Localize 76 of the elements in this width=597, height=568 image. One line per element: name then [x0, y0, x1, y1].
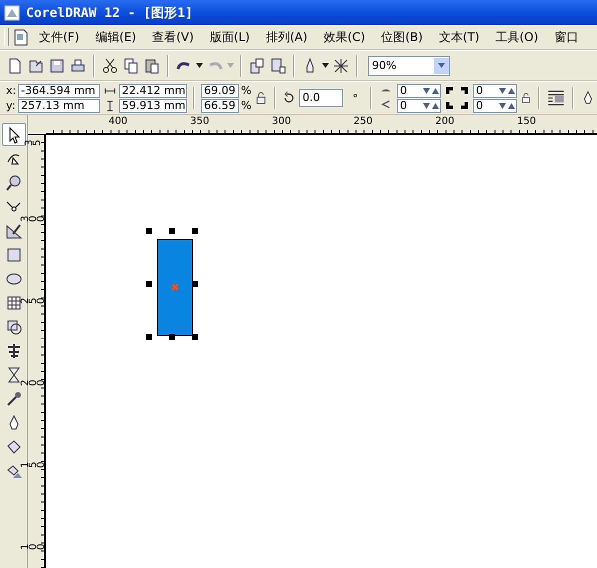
menu-item[interactable]: 位图(B)	[375, 26, 429, 48]
caret-icon[interactable]	[322, 63, 329, 68]
ruler-label: 35	[26, 138, 42, 146]
ruler-label: 200	[435, 117, 454, 127]
rectangle-shape[interactable]	[157, 239, 193, 336]
percent-label: %	[241, 99, 252, 112]
import-icon[interactable]	[248, 56, 266, 74]
ruler-label: 100	[22, 542, 46, 550]
y-label: y:	[6, 99, 16, 112]
menu-item[interactable]: 工具(O)	[490, 26, 544, 48]
menu-item[interactable]: 查看(V)	[146, 26, 200, 48]
eyedropper-icon[interactable]	[4, 390, 22, 408]
height-field[interactable]: 59.913 mm	[119, 98, 187, 112]
y-position-field[interactable]: 257.13 mm	[18, 98, 100, 112]
lock-icon[interactable]	[520, 92, 532, 104]
document-icon[interactable]	[13, 28, 29, 46]
text-wrap-icon[interactable]	[546, 88, 566, 108]
corner-spinner[interactable]: 0	[396, 84, 441, 98]
ruler-label: 150	[516, 117, 536, 127]
menu-item[interactable]: 文本(T)	[432, 26, 486, 48]
width-field[interactable]: 22.412 mm	[119, 84, 187, 98]
spin-arrows-icon[interactable]	[422, 102, 440, 110]
selection-handle[interactable]	[192, 228, 198, 234]
spin-arrows-icon[interactable]	[498, 86, 516, 94]
selection-handle[interactable]	[146, 228, 152, 234]
spin-arrows-icon[interactable]	[498, 102, 516, 110]
corner-spinner[interactable]: 0	[396, 98, 441, 112]
ruler-label: 200	[22, 378, 46, 386]
corner-brackets-icon[interactable]	[444, 86, 470, 110]
corner-spinner[interactable]: 0	[472, 98, 517, 112]
spin-arrows-icon[interactable]	[422, 86, 440, 94]
x-label: x:	[6, 84, 16, 97]
app-logo-icon	[4, 4, 20, 20]
print-icon[interactable]	[69, 56, 87, 74]
copy-icon[interactable]	[122, 56, 140, 74]
selection-handle[interactable]	[169, 228, 175, 234]
save-icon[interactable]	[48, 56, 66, 74]
rotation-field[interactable]: 0.0	[299, 89, 344, 107]
selection-handle[interactable]	[146, 334, 152, 340]
ruler-label: 250	[354, 117, 373, 127]
chevron-down-icon[interactable]	[438, 63, 445, 68]
menu-item[interactable]: 版面(L)	[204, 26, 256, 48]
scale-y-field[interactable]: 66.59	[201, 98, 239, 112]
menu-item[interactable]: 窗口	[548, 26, 584, 48]
menu-item[interactable]: 文件(F)	[33, 26, 86, 48]
menu-item[interactable]: 排列(A)	[260, 26, 314, 48]
rectangle-icon[interactable]	[4, 246, 22, 264]
menu-item[interactable]: 效果(C)	[317, 26, 372, 48]
selection-handle[interactable]	[192, 281, 198, 287]
x-position-field[interactable]: -364.594 mm	[18, 84, 100, 98]
selection-handle[interactable]	[192, 334, 198, 340]
grid-icon[interactable]	[4, 294, 22, 312]
corner-spinner[interactable]: 0	[472, 84, 517, 98]
zoom-dropdown[interactable]: 90%	[368, 56, 450, 76]
window-title: CorelDRAW 12 - [图形1]	[26, 4, 193, 22]
percent-label: %	[241, 84, 252, 97]
shapes-icon[interactable]	[4, 318, 22, 336]
selection-handle[interactable]	[169, 334, 175, 340]
ruler-label: 350	[190, 117, 210, 127]
lock-icon[interactable]	[254, 91, 268, 105]
degree-label: °	[352, 92, 358, 104]
ruler-label: 300	[22, 214, 46, 222]
magnifier-icon[interactable]	[4, 174, 22, 192]
pen-triangle-icon[interactable]	[4, 222, 22, 240]
scissors-icon[interactable]	[101, 56, 119, 74]
paste-icon[interactable]	[143, 56, 161, 74]
ruler-label: 250	[22, 296, 46, 304]
ruler-label: 150	[22, 460, 46, 468]
rotate-icon[interactable]	[282, 91, 296, 105]
scale-x-field[interactable]: 69.09	[201, 84, 239, 98]
caret-icon[interactable]	[196, 63, 203, 68]
menu-item[interactable]: 编辑(E)	[89, 26, 142, 48]
ruler-label: 300	[272, 117, 291, 127]
selection-handle[interactable]	[146, 281, 152, 287]
export-icon[interactable]	[269, 56, 287, 74]
ruler-label: 400	[108, 117, 128, 127]
